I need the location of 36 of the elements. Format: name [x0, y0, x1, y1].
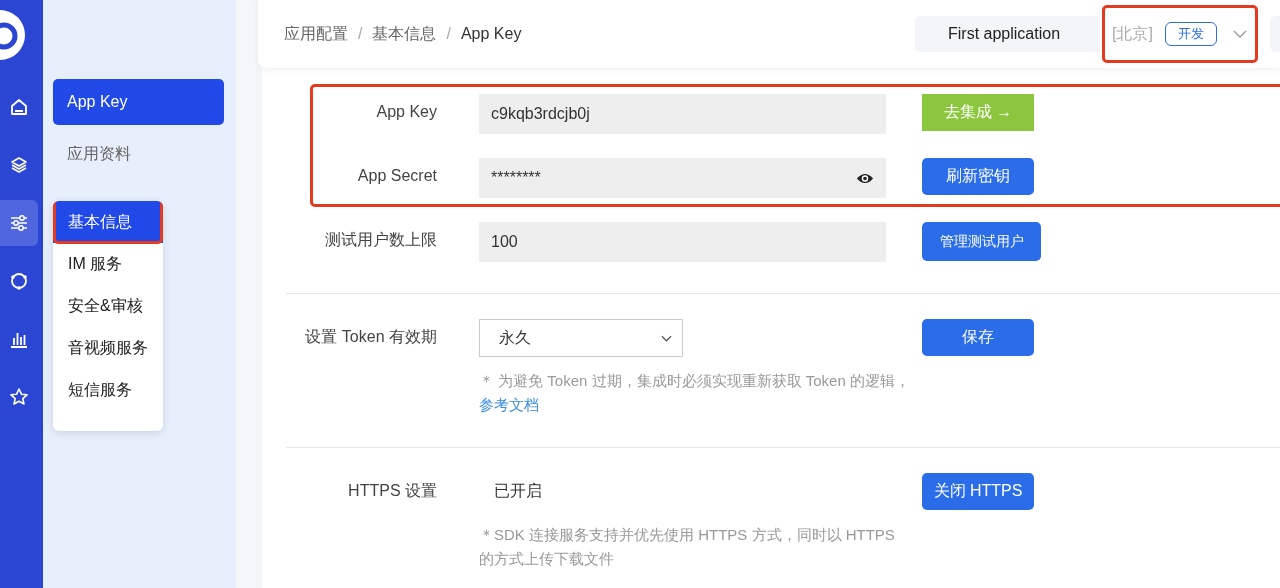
field-label: App Key	[375, 102, 437, 122]
eye-icon[interactable]	[856, 171, 874, 185]
sidebar-item[interactable]: App Key	[53, 79, 224, 125]
menu-item[interactable]: 安全&审核	[53, 285, 163, 327]
breadcrumb-separator: /	[358, 25, 363, 43]
action-button[interactable]: 管理测试用户	[922, 222, 1041, 261]
hint-text: ＊SDK 连接服务支持并优先使用 HTTPS 方式，同时以 HTTPS 的方式上传下载文件	[479, 525, 896, 569]
chevron-down-icon	[661, 334, 672, 342]
breadcrumb-item[interactable]: 基本信息	[372, 23, 437, 45]
field-label: App Secret	[356, 166, 437, 186]
breadcrumb-item: App Key	[460, 25, 522, 43]
docs-link[interactable]: 参考文档	[479, 396, 539, 413]
action-button[interactable]: 刷新密钥	[922, 158, 1034, 195]
field-label: 设置 Token 有效期	[304, 327, 437, 347]
menu-item[interactable]: 基本信息	[53, 201, 163, 243]
app-selector[interactable]: First application	[915, 16, 1100, 52]
status-text: 已开启	[493, 481, 543, 501]
input-field[interactable]: ********	[479, 158, 886, 198]
menu-item[interactable]: IM 服务	[53, 243, 163, 285]
chevron-down-icon[interactable]	[1232, 30, 1247, 38]
action-button[interactable]: 保存	[922, 319, 1034, 356]
sidebar-item[interactable]: 应用资料	[53, 131, 224, 177]
breadcrumb-separator: /	[446, 25, 451, 43]
input-field[interactable]: c9kqb3rdcjb0j	[479, 94, 886, 134]
action-button[interactable]: 关闭 HTTPS	[922, 473, 1034, 510]
dropdown-select[interactable]: 永久	[479, 319, 683, 357]
field-label: HTTPS 设置	[347, 481, 437, 501]
input-field[interactable]: 100	[479, 222, 886, 262]
env-tag: 开发	[1164, 22, 1217, 46]
menu-item[interactable]: 音视频服务	[53, 327, 163, 369]
menu-item[interactable]: 短信服务	[53, 369, 163, 411]
region-label: [北京]	[1112, 23, 1153, 44]
hint-text: ＊ 为避免 Token 过期，集成时必须实现重新获取 Token 的逻辑， 参考文档	[479, 371, 911, 415]
sliders-icon[interactable]	[0, 200, 38, 246]
field-label: 测试用户数上限	[324, 230, 437, 250]
breadcrumb-item[interactable]: 应用配置	[284, 23, 348, 45]
